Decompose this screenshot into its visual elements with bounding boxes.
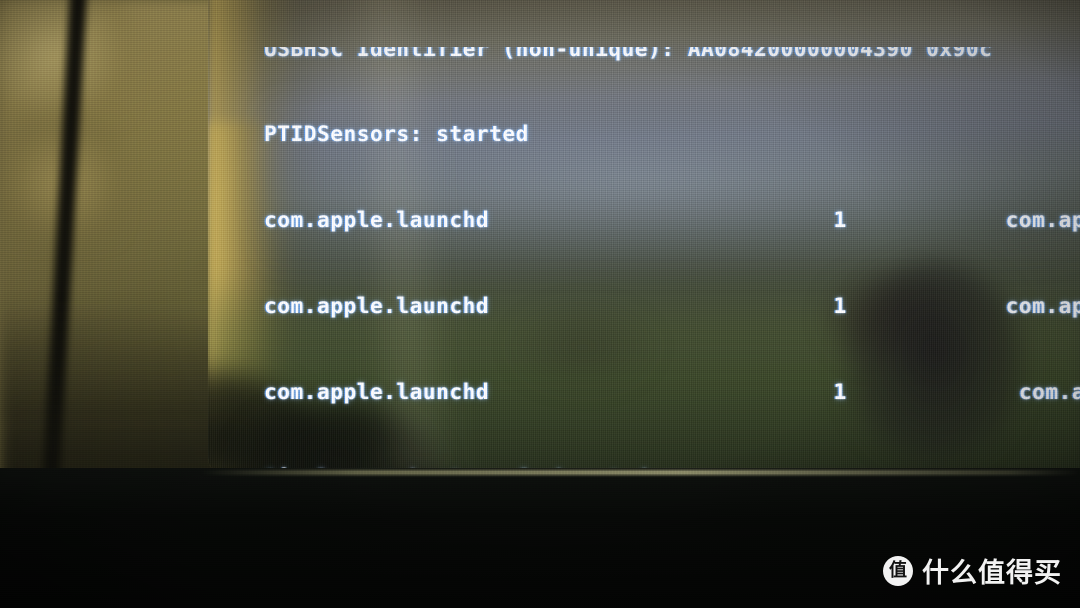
console-line-launchd-2: com.apple.launchd 1 com.apple.l: [264, 293, 1080, 318]
console-line-ptidsensors: PTIDSensors: started: [264, 122, 529, 147]
console-line-launchd-1: com.apple.launchd 1 com.apple.l: [264, 208, 1080, 233]
watermark-logo-icon: 值: [883, 555, 913, 586]
console-line-usbhsc-text: USBHSC Identifier (non-unique): AA084200…: [264, 47, 993, 62]
watermark-text: 什么值得买: [922, 558, 1062, 589]
laptop-base-highlight: [200, 470, 1080, 475]
laptop-screen: USBHSC Identifier (non-unique): AA084200…: [208, 0, 1080, 474]
console-line-usbhsc: USBHSC Identifier (non-unique): AA084200…: [264, 47, 1080, 63]
photo-canvas: USBHSC Identifier (non-unique): AA084200…: [0, 0, 1080, 608]
console-text-area: USBHSC Identifier (non-unique): AA084200…: [208, 0, 1080, 474]
console-line-launchd-3: com.apple.launchd 1 com.apple.l: [264, 379, 1080, 404]
watermark: 值 什么值得买: [883, 551, 1062, 590]
console-lines: USBHSC Identifier (non-unique): AA084200…: [264, 0, 1080, 474]
